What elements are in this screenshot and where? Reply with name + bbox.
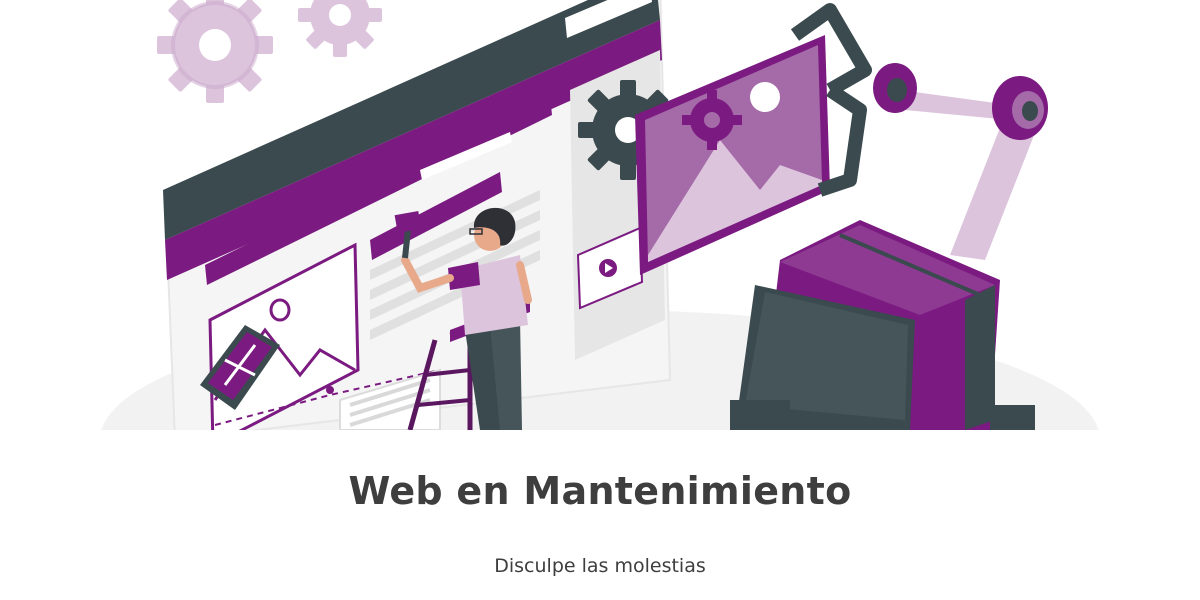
robot-vehicle [730, 220, 1035, 430]
gear-icon [298, 0, 382, 57]
page-title: Web en Mantenimiento [348, 469, 852, 513]
robot-arm [790, 3, 1048, 260]
page-subtitle: Disculpe las molestias [494, 555, 706, 577]
maintenance-illustration [0, 0, 1200, 430]
image-placeholder-icon [635, 35, 830, 275]
maintenance-page: Web en Mantenimiento Disculpe las molest… [0, 0, 1200, 600]
gear-icon [157, 0, 273, 103]
